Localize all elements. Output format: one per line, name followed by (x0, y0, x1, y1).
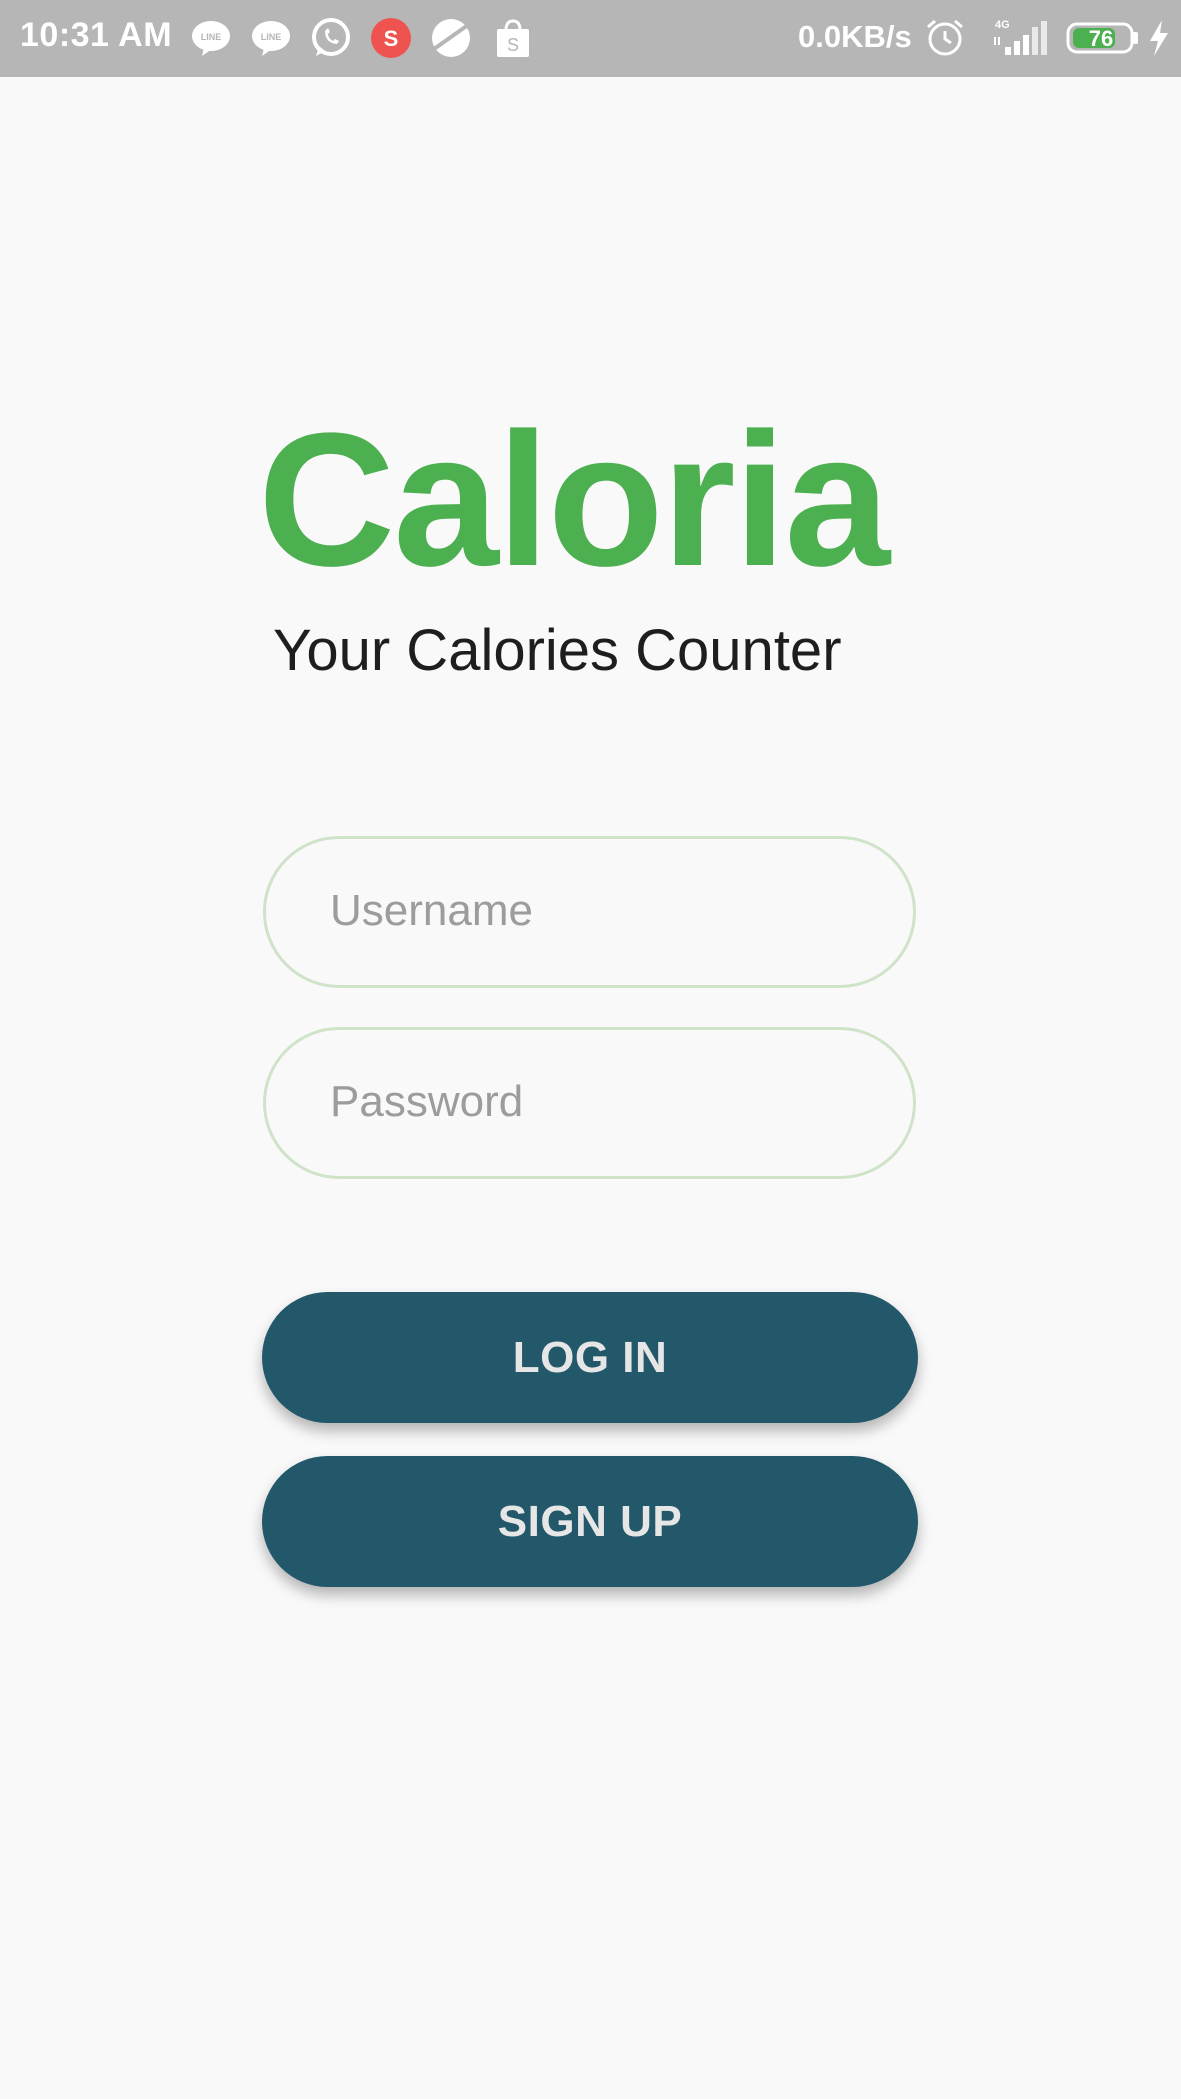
network-speed: 0.0KB/s (798, 19, 912, 54)
svg-text:LINE: LINE (261, 32, 282, 42)
login-button[interactable]: LOG IN (262, 1292, 918, 1423)
svg-text:LINE: LINE (201, 32, 222, 42)
username-placeholder: Username (330, 886, 533, 935)
line-icon: LINE (252, 21, 290, 56)
app-tagline: Your Calories Counter (273, 618, 842, 683)
password-field[interactable]: Password (263, 1027, 916, 1179)
signup-button[interactable]: SIGN UP (262, 1456, 918, 1587)
shopping-bag-icon: S (497, 19, 529, 57)
battery-icon: 76 (1066, 22, 1138, 54)
shopee-s-icon: S (371, 18, 411, 58)
planet-icon (432, 19, 470, 57)
whatsapp-icon (312, 18, 350, 56)
status-time: 10:31 AM (20, 16, 173, 54)
app-name: Caloria (258, 394, 890, 606)
svg-text:76: 76 (1089, 26, 1113, 51)
status-bar: 10:31 AM LINE LINE S S 0.0KB/s 4G 76 (0, 0, 1181, 77)
svg-text:S: S (384, 26, 399, 51)
signal-icon: 4G (994, 19, 1047, 55)
alarm-icon (927, 19, 963, 56)
username-field[interactable]: Username (263, 836, 916, 988)
charging-icon (1150, 20, 1168, 56)
svg-text:S: S (507, 35, 519, 55)
password-placeholder: Password (330, 1077, 524, 1126)
line-icon: LINE (192, 21, 230, 56)
svg-text:4G: 4G (995, 19, 1010, 31)
